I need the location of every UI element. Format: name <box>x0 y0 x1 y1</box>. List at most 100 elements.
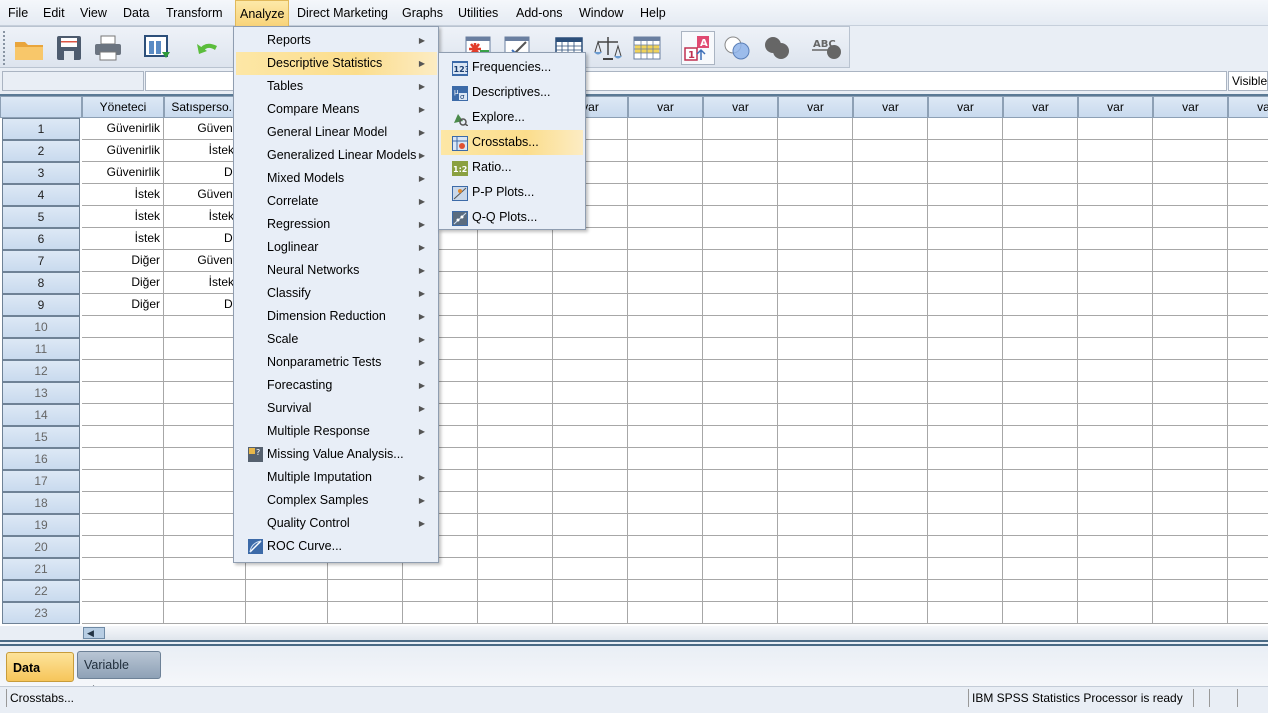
row-number[interactable]: 23 <box>2 602 80 624</box>
data-cell[interactable] <box>853 140 928 162</box>
data-cell[interactable] <box>1228 338 1268 360</box>
data-cell[interactable] <box>82 492 164 514</box>
data-cell[interactable] <box>403 602 478 624</box>
spell-check-icon[interactable]: ABC <box>810 31 844 65</box>
data-cell[interactable] <box>928 602 1003 624</box>
data-cell[interactable] <box>778 272 853 294</box>
data-cell[interactable] <box>1153 382 1228 404</box>
data-cell[interactable] <box>1078 360 1153 382</box>
data-cell[interactable] <box>628 514 703 536</box>
data-cell[interactable] <box>778 294 853 316</box>
data-cell[interactable] <box>1003 162 1078 184</box>
data-cell[interactable] <box>1228 272 1268 294</box>
data-cell[interactable] <box>928 404 1003 426</box>
data-cell[interactable] <box>1153 404 1228 426</box>
data-cell[interactable] <box>778 426 853 448</box>
menu-edit[interactable]: Edit <box>39 0 69 26</box>
data-cell[interactable] <box>778 404 853 426</box>
data-cell[interactable] <box>778 228 853 250</box>
data-cell[interactable] <box>928 184 1003 206</box>
data-cell[interactable] <box>478 294 553 316</box>
row-number[interactable]: 14 <box>2 404 80 426</box>
data-cell[interactable] <box>1153 426 1228 448</box>
data-cell[interactable] <box>478 404 553 426</box>
data-cell[interactable] <box>1153 536 1228 558</box>
horizontal-scrollbar[interactable]: ◀ <box>0 626 1268 642</box>
data-cell[interactable] <box>1153 118 1228 140</box>
data-cell[interactable] <box>928 162 1003 184</box>
data-cell[interactable] <box>1003 140 1078 162</box>
data-cell[interactable] <box>778 558 853 580</box>
data-cell[interactable] <box>478 228 553 250</box>
data-cell[interactable] <box>628 206 703 228</box>
data-cell[interactable] <box>1153 162 1228 184</box>
data-cell[interactable] <box>1078 140 1153 162</box>
data-cell[interactable] <box>82 316 164 338</box>
data-cell[interactable] <box>628 316 703 338</box>
data-cell[interactable] <box>478 492 553 514</box>
data-cell[interactable] <box>1228 404 1268 426</box>
data-cell[interactable] <box>703 558 778 580</box>
data-cell[interactable]: İstek <box>82 206 164 228</box>
data-cell[interactable] <box>778 360 853 382</box>
data-cell[interactable] <box>853 250 928 272</box>
data-cell[interactable] <box>853 382 928 404</box>
data-cell[interactable] <box>778 338 853 360</box>
data-cell[interactable] <box>1228 250 1268 272</box>
data-cell[interactable] <box>1153 448 1228 470</box>
data-cell[interactable] <box>1078 162 1153 184</box>
menu-item-loglinear[interactable]: Loglinear ▶ <box>236 236 437 259</box>
data-cell[interactable] <box>1003 184 1078 206</box>
data-cell[interactable] <box>853 338 928 360</box>
data-cell[interactable] <box>164 580 246 602</box>
data-cell[interactable] <box>703 272 778 294</box>
data-cell[interactable] <box>628 558 703 580</box>
data-cell[interactable] <box>703 250 778 272</box>
data-cell[interactable] <box>1228 382 1268 404</box>
show-all-variables-icon[interactable] <box>760 31 794 65</box>
submenu-item-p-p-plots[interactable]: P-P Plots... <box>441 180 583 205</box>
data-cell[interactable] <box>1153 338 1228 360</box>
menu-item-dimension-reduction[interactable]: Dimension Reduction ▶ <box>236 305 437 328</box>
data-cell[interactable] <box>82 426 164 448</box>
submenu-item-ratio[interactable]: 1:2 Ratio... <box>441 155 583 180</box>
menu-item-quality-control[interactable]: Quality Control ▶ <box>236 512 437 535</box>
data-cell[interactable] <box>928 338 1003 360</box>
menu-item-scale[interactable]: Scale ▶ <box>236 328 437 351</box>
menu-item-multiple-imputation[interactable]: Multiple Imputation ▶ <box>236 466 437 489</box>
column-header[interactable]: var <box>628 96 703 118</box>
data-cell[interactable] <box>1153 558 1228 580</box>
data-cell[interactable] <box>1078 294 1153 316</box>
data-cell[interactable] <box>1078 558 1153 580</box>
data-cell[interactable] <box>778 448 853 470</box>
data-cell[interactable] <box>478 580 553 602</box>
value-labels-icon[interactable]: A1 <box>681 31 715 65</box>
data-cell[interactable] <box>778 118 853 140</box>
column-header[interactable]: var <box>1228 96 1268 118</box>
weight-cases-icon[interactable] <box>591 31 625 65</box>
submenu-item-descriptives[interactable]: μ σ Descriptives... <box>441 80 583 105</box>
menu-item-generalized-linear-models[interactable]: Generalized Linear Models ▶ <box>236 144 437 167</box>
data-cell[interactable] <box>928 448 1003 470</box>
data-cell[interactable] <box>853 558 928 580</box>
column-header[interactable]: var <box>703 96 778 118</box>
data-cell[interactable] <box>1228 558 1268 580</box>
data-cell[interactable] <box>778 536 853 558</box>
data-cell[interactable] <box>1153 602 1228 624</box>
column-header[interactable]: var <box>1078 96 1153 118</box>
data-cell[interactable] <box>1003 382 1078 404</box>
data-cell[interactable] <box>1153 272 1228 294</box>
data-cell[interactable] <box>928 492 1003 514</box>
data-cell[interactable] <box>628 470 703 492</box>
data-cell[interactable] <box>1003 118 1078 140</box>
data-cell[interactable] <box>703 294 778 316</box>
data-cell[interactable] <box>1228 448 1268 470</box>
data-cell[interactable] <box>82 338 164 360</box>
data-cell[interactable] <box>1078 316 1153 338</box>
data-cell[interactable] <box>703 492 778 514</box>
data-cell[interactable] <box>1228 228 1268 250</box>
menu-view[interactable]: View <box>76 0 111 26</box>
data-cell[interactable] <box>82 382 164 404</box>
data-cell[interactable] <box>1228 162 1268 184</box>
data-cell[interactable] <box>928 514 1003 536</box>
